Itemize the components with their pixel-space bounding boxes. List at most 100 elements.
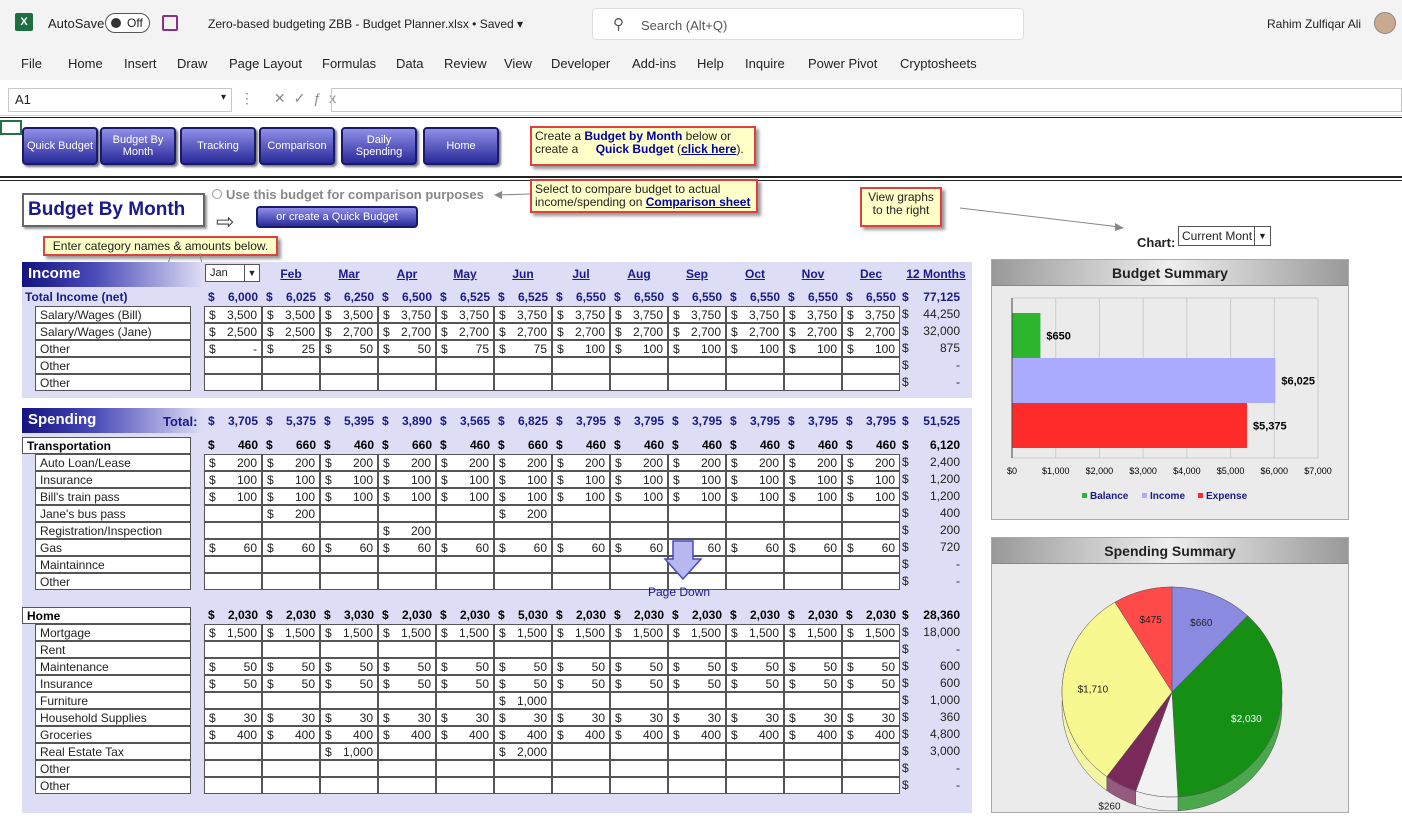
value-cell[interactable]: $2,700 bbox=[378, 323, 436, 340]
value-cell[interactable] bbox=[610, 641, 668, 658]
value-cell[interactable]: $2,700 bbox=[436, 323, 494, 340]
row-label[interactable]: Real Estate Tax bbox=[35, 743, 191, 760]
value-cell[interactable] bbox=[320, 556, 378, 573]
value-cell[interactable] bbox=[204, 573, 262, 590]
value-cell[interactable]: $50 bbox=[378, 658, 436, 675]
value-cell[interactable]: $3,750 bbox=[436, 306, 494, 323]
value-cell[interactable]: $400 bbox=[610, 726, 668, 743]
value-cell[interactable]: $2,700 bbox=[494, 323, 552, 340]
menu-help[interactable]: Help bbox=[697, 56, 724, 71]
value-cell[interactable]: $200 bbox=[494, 505, 552, 522]
value-cell[interactable]: $100 bbox=[262, 488, 320, 505]
value-cell[interactable] bbox=[320, 522, 378, 539]
value-cell[interactable] bbox=[320, 374, 378, 391]
value-cell[interactable] bbox=[552, 777, 610, 794]
value-cell[interactable]: $50 bbox=[320, 340, 378, 357]
value-cell[interactable] bbox=[552, 641, 610, 658]
chevron-down-icon[interactable]: ▾ bbox=[221, 92, 226, 103]
save-icon[interactable] bbox=[162, 15, 178, 31]
name-box[interactable]: A1 ▾ bbox=[8, 88, 232, 112]
value-cell[interactable] bbox=[784, 641, 842, 658]
value-cell[interactable]: $400 bbox=[552, 726, 610, 743]
value-cell[interactable]: $60 bbox=[204, 539, 262, 556]
value-cell[interactable] bbox=[726, 760, 784, 777]
value-cell[interactable] bbox=[204, 743, 262, 760]
value-cell[interactable]: $1,500 bbox=[494, 624, 552, 641]
value-cell[interactable]: $1,500 bbox=[610, 624, 668, 641]
value-cell[interactable]: $200 bbox=[262, 454, 320, 471]
value-cell[interactable] bbox=[436, 777, 494, 794]
value-cell[interactable]: $1,500 bbox=[320, 624, 378, 641]
value-cell[interactable]: $3,750 bbox=[784, 306, 842, 323]
value-cell[interactable]: $100 bbox=[842, 471, 900, 488]
value-cell[interactable] bbox=[204, 760, 262, 777]
value-cell[interactable]: $50 bbox=[610, 675, 668, 692]
autosave-toggle[interactable]: Off bbox=[105, 13, 150, 33]
value-cell[interactable] bbox=[726, 522, 784, 539]
value-cell[interactable] bbox=[320, 692, 378, 709]
value-cell[interactable]: $100 bbox=[320, 471, 378, 488]
value-cell[interactable]: $60 bbox=[842, 539, 900, 556]
value-cell[interactable] bbox=[320, 641, 378, 658]
value-cell[interactable]: $30 bbox=[262, 709, 320, 726]
value-cell[interactable]: $75 bbox=[494, 340, 552, 357]
value-cell[interactable] bbox=[436, 743, 494, 760]
value-cell[interactable] bbox=[610, 760, 668, 777]
row-label[interactable]: Other bbox=[35, 357, 191, 374]
value-cell[interactable] bbox=[842, 777, 900, 794]
group-label[interactable]: Home bbox=[22, 607, 191, 624]
value-cell[interactable]: $100 bbox=[552, 471, 610, 488]
value-cell[interactable] bbox=[668, 641, 726, 658]
value-cell[interactable]: $1,500 bbox=[378, 624, 436, 641]
value-cell[interactable] bbox=[610, 692, 668, 709]
value-cell[interactable]: $200 bbox=[262, 505, 320, 522]
value-cell[interactable]: $3,750 bbox=[668, 306, 726, 323]
value-cell[interactable] bbox=[784, 374, 842, 391]
value-cell[interactable] bbox=[378, 505, 436, 522]
value-cell[interactable]: $100 bbox=[610, 488, 668, 505]
value-cell[interactable] bbox=[262, 357, 320, 374]
value-cell[interactable] bbox=[494, 374, 552, 391]
value-cell[interactable] bbox=[494, 760, 552, 777]
value-cell[interactable] bbox=[842, 573, 900, 590]
value-cell[interactable] bbox=[320, 777, 378, 794]
value-cell[interactable]: $100 bbox=[726, 488, 784, 505]
value-cell[interactable] bbox=[668, 357, 726, 374]
value-cell[interactable] bbox=[204, 505, 262, 522]
value-cell[interactable]: $50 bbox=[436, 658, 494, 675]
row-label[interactable]: Other bbox=[35, 573, 191, 590]
menu-insert[interactable]: Insert bbox=[124, 56, 157, 71]
value-cell[interactable] bbox=[378, 573, 436, 590]
row-label[interactable]: Salary/Wages (Jane) bbox=[35, 323, 191, 340]
value-cell[interactable]: $3,750 bbox=[552, 306, 610, 323]
value-cell[interactable] bbox=[726, 556, 784, 573]
value-cell[interactable]: $30 bbox=[842, 709, 900, 726]
value-cell[interactable]: $100 bbox=[842, 340, 900, 357]
value-cell[interactable]: $30 bbox=[726, 709, 784, 726]
value-cell[interactable] bbox=[262, 374, 320, 391]
value-cell[interactable]: $3,750 bbox=[726, 306, 784, 323]
group-label[interactable]: Transportation bbox=[22, 437, 191, 454]
value-cell[interactable]: $50 bbox=[784, 675, 842, 692]
value-cell[interactable]: $100 bbox=[320, 488, 378, 505]
value-cell[interactable] bbox=[436, 692, 494, 709]
value-cell[interactable]: $3,750 bbox=[494, 306, 552, 323]
value-cell[interactable] bbox=[610, 522, 668, 539]
value-cell[interactable]: $50 bbox=[668, 658, 726, 675]
value-cell[interactable]: $100 bbox=[494, 471, 552, 488]
value-cell[interactable]: $200 bbox=[378, 454, 436, 471]
value-cell[interactable]: $50 bbox=[494, 675, 552, 692]
value-cell[interactable] bbox=[552, 573, 610, 590]
value-cell[interactable] bbox=[784, 505, 842, 522]
value-cell[interactable]: $100 bbox=[726, 471, 784, 488]
value-cell[interactable] bbox=[610, 556, 668, 573]
row-label[interactable]: Maintenance bbox=[35, 658, 191, 675]
value-cell[interactable] bbox=[842, 641, 900, 658]
value-cell[interactable]: $100 bbox=[784, 471, 842, 488]
value-cell[interactable]: $100 bbox=[842, 488, 900, 505]
value-cell[interactable]: $50 bbox=[320, 658, 378, 675]
menu-cryptosheets[interactable]: Cryptosheets bbox=[900, 56, 977, 71]
value-cell[interactable]: $3,750 bbox=[842, 306, 900, 323]
value-cell[interactable] bbox=[204, 641, 262, 658]
value-cell[interactable] bbox=[784, 357, 842, 374]
